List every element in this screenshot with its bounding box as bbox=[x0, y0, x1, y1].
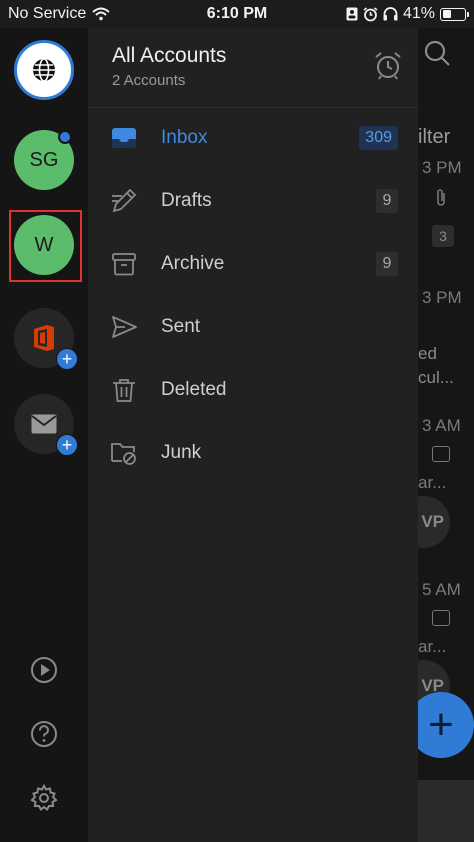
outlook-screen: No Service 6:10 PM 41% ilter 3 PM 3 3 PM… bbox=[0, 0, 474, 842]
folder-sent[interactable]: Sent bbox=[88, 297, 418, 357]
junk-folder-icon bbox=[111, 443, 136, 465]
message-preview: ar... bbox=[418, 473, 447, 492]
archive-icon bbox=[112, 253, 136, 276]
message-sender: ed bbox=[418, 344, 437, 363]
folder-junk[interactable]: Junk bbox=[88, 423, 418, 483]
carrier-label: No Service bbox=[8, 5, 87, 22]
help-icon[interactable] bbox=[28, 718, 60, 750]
compose-button[interactable]: + bbox=[418, 692, 474, 758]
count-badge: 9 bbox=[376, 189, 398, 213]
mail-icon bbox=[31, 414, 57, 434]
all-accounts-button[interactable] bbox=[14, 40, 74, 100]
folder-label: Archive bbox=[161, 253, 225, 274]
wifi-icon bbox=[92, 7, 110, 21]
account-rail: SG W + + bbox=[0, 28, 88, 842]
sender-avatar: VP bbox=[418, 496, 450, 548]
plus-badge: + bbox=[56, 434, 78, 456]
folder-panel: All Accounts 2 Accounts Inbox 309 Drafts… bbox=[88, 28, 418, 842]
plus-badge: + bbox=[56, 348, 78, 370]
send-icon bbox=[112, 316, 137, 338]
folder-label: Junk bbox=[161, 442, 202, 463]
gear-icon[interactable] bbox=[28, 782, 60, 814]
folder-label: Sent bbox=[161, 316, 201, 337]
mail-list-background: ilter 3 PM 3 3 PM ed cul... 3 AM ar... V… bbox=[418, 28, 474, 842]
folder-deleted[interactable]: Deleted bbox=[88, 360, 418, 420]
office-icon bbox=[34, 325, 54, 351]
battery-level bbox=[442, 10, 452, 18]
bottom-tab-bar bbox=[418, 780, 474, 842]
count-badge: 9 bbox=[376, 252, 398, 276]
contact-card-icon bbox=[346, 7, 358, 21]
pen-icon bbox=[112, 188, 137, 213]
paperclip-icon bbox=[437, 189, 445, 206]
trash-icon bbox=[113, 379, 135, 402]
folder-label: Deleted bbox=[161, 379, 227, 400]
selection-highlight-box bbox=[9, 210, 82, 282]
status-bar: No Service 6:10 PM 41% bbox=[0, 0, 474, 28]
search-icon[interactable] bbox=[422, 38, 452, 68]
headphones-icon bbox=[383, 7, 398, 21]
folder-label: Drafts bbox=[161, 190, 212, 211]
filter-button[interactable]: ilter bbox=[418, 126, 450, 149]
folder-archive[interactable]: Archive 9 bbox=[88, 234, 418, 294]
unread-dot bbox=[58, 130, 72, 144]
message-subject: cul... bbox=[418, 368, 454, 387]
account-avatar-sg[interactable]: SG bbox=[14, 130, 74, 190]
message-time: 3 AM bbox=[422, 416, 461, 435]
thread-count-badge: 3 bbox=[432, 225, 454, 247]
folder-label: Inbox bbox=[161, 127, 208, 148]
message-time: 5 AM bbox=[422, 580, 461, 599]
panel-subtitle: 2 Accounts bbox=[112, 72, 186, 89]
alarm-clock-icon[interactable] bbox=[372, 50, 404, 82]
folder-drafts[interactable]: Drafts 9 bbox=[88, 171, 418, 231]
panel-title: All Accounts bbox=[112, 44, 227, 67]
battery-percent: 41% bbox=[402, 5, 435, 22]
alarm-status-icon bbox=[363, 6, 378, 21]
globe-icon bbox=[33, 58, 55, 82]
inbox-icon bbox=[112, 128, 136, 148]
account-initials: SG bbox=[29, 148, 59, 171]
play-icon[interactable] bbox=[28, 654, 60, 686]
add-office-account-button[interactable]: + bbox=[14, 308, 78, 370]
unread-count-badge: 309 bbox=[359, 126, 398, 150]
panel-header: All Accounts 2 Accounts bbox=[88, 28, 418, 108]
message-preview: ar... bbox=[418, 637, 447, 656]
folder-inbox[interactable]: Inbox 309 bbox=[88, 108, 418, 168]
add-mail-account-button[interactable]: + bbox=[14, 394, 78, 456]
calendar-icon bbox=[432, 610, 450, 626]
calendar-icon bbox=[432, 446, 450, 462]
message-time: 3 PM bbox=[422, 158, 462, 177]
battery-icon bbox=[440, 7, 469, 21]
message-time: 3 PM bbox=[422, 288, 462, 307]
